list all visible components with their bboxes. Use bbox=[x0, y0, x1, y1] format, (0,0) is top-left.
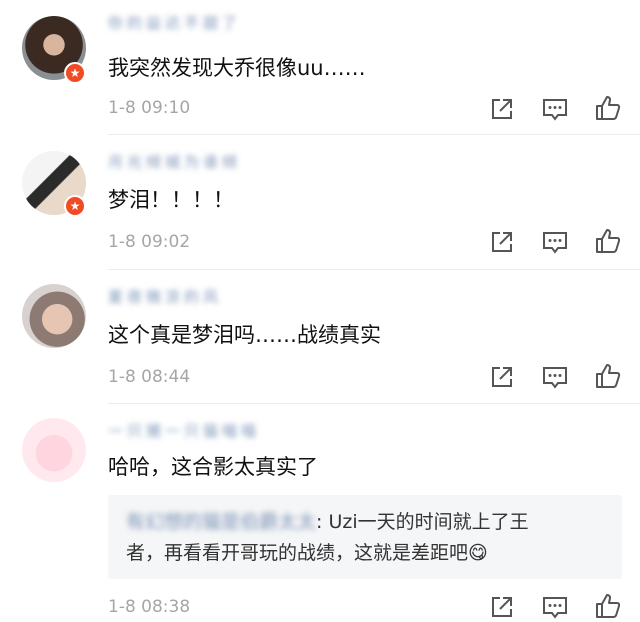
share-icon[interactable] bbox=[488, 95, 516, 123]
like-icon[interactable] bbox=[594, 592, 622, 620]
quote-line-2: 者，再看看开哥玩的战绩，这就是差距吧😋 bbox=[126, 542, 488, 564]
share-icon[interactable] bbox=[488, 593, 516, 621]
quoted-comment[interactable]: 有幻想的猫是伯爵太太: Uzi一天的时间就上了王 者，再看看开哥玩的战绩，这就是… bbox=[108, 495, 622, 579]
like-icon[interactable] bbox=[594, 227, 622, 255]
verified-badge-icon: ★ bbox=[64, 62, 86, 84]
comment-time: 1-8 08:44 bbox=[108, 367, 191, 387]
quote-line-1: 有幻想的猫是伯爵太太: Uzi一天的时间就上了王 bbox=[126, 511, 529, 533]
comment-author[interactable]: 夏夜微凉的风 bbox=[108, 286, 222, 306]
comment-author[interactable]: 月光倾城为谁倾 bbox=[108, 151, 241, 171]
share-icon[interactable] bbox=[488, 363, 516, 391]
comment-time: 1-8 09:10 bbox=[108, 98, 191, 118]
quote-author[interactable]: 有幻想的猫是伯爵太太 bbox=[126, 511, 316, 533]
share-icon[interactable] bbox=[488, 228, 516, 256]
comment-text: 我突然发现大乔很像uu…… bbox=[108, 56, 366, 80]
comment-icon[interactable] bbox=[541, 228, 569, 256]
comment-icon[interactable] bbox=[541, 593, 569, 621]
verified-badge-icon: ★ bbox=[64, 195, 86, 217]
comment-item: ★ 月光倾城为谁倾 梦泪！！！！ 1-8 09:02 bbox=[0, 135, 640, 270]
comment-item: 一只猪一只猫喵喵 哈哈，这合影太真实了 有幻想的猫是伯爵太太: Uzi一天的时间… bbox=[0, 404, 640, 622]
comment-text: 这个真是梦泪吗……战绩真实 bbox=[108, 323, 381, 347]
avatar[interactable] bbox=[22, 418, 86, 482]
like-icon[interactable] bbox=[594, 94, 622, 122]
comment-icon[interactable] bbox=[541, 363, 569, 391]
comment-icon[interactable] bbox=[541, 95, 569, 123]
comment-author[interactable]: 一只猪一只猫喵喵 bbox=[108, 420, 260, 440]
comment-item: ★ 你的益达不甜了 我突然发现大乔很像uu…… 1-8 09:10 bbox=[0, 0, 640, 135]
emoji-icon: 😋 bbox=[468, 542, 488, 564]
like-icon[interactable] bbox=[594, 362, 622, 390]
comment-time: 1-8 08:38 bbox=[108, 597, 191, 617]
comment-time: 1-8 09:02 bbox=[108, 232, 191, 252]
comment-text: 梦泪！！！！ bbox=[108, 188, 234, 212]
comment-author[interactable]: 你的益达不甜了 bbox=[108, 12, 241, 32]
comment-text: 哈哈，这合影太真实了 bbox=[108, 455, 318, 479]
comment-item: 夏夜微凉的风 这个真是梦泪吗……战绩真实 1-8 08:44 bbox=[0, 270, 640, 404]
avatar[interactable] bbox=[22, 284, 86, 348]
